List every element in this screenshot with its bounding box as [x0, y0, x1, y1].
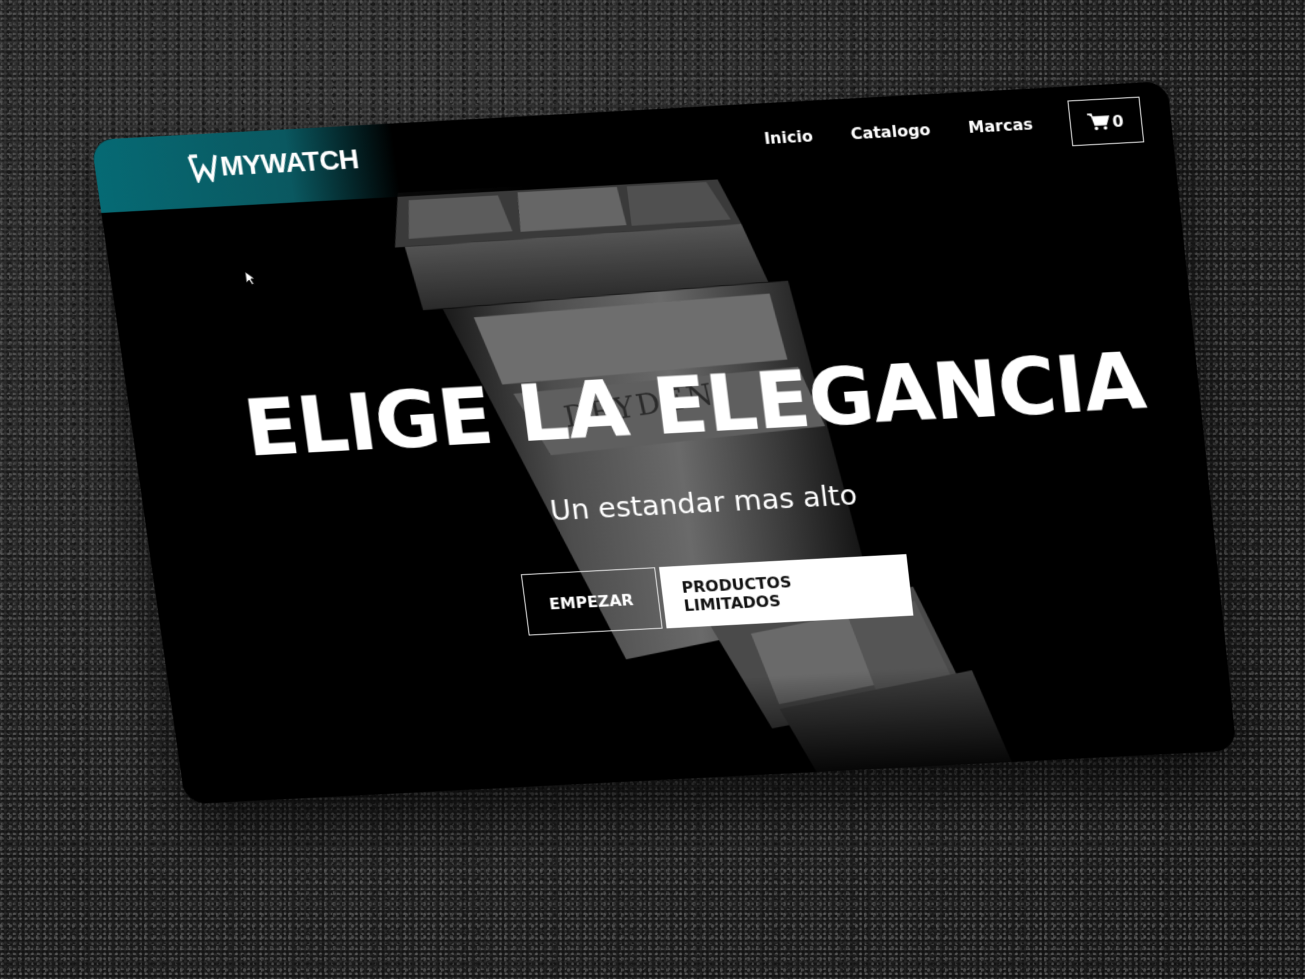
- nav-link-catalogo[interactable]: Catalogo: [850, 120, 932, 143]
- cart-button[interactable]: 0: [1067, 96, 1145, 147]
- nav-links: Inicio Catalogo Marcas: [763, 114, 1034, 148]
- empezar-button[interactable]: EMPEZAR: [520, 567, 663, 636]
- cart-count: 0: [1111, 111, 1125, 131]
- nav-link-marcas[interactable]: Marcas: [967, 114, 1033, 136]
- hero-buttons: EMPEZAR PRODUCTOS LIMITADOS: [185, 536, 1237, 653]
- w-logo-icon: [187, 154, 217, 184]
- cart-icon: [1087, 112, 1111, 131]
- nav-link-inicio[interactable]: Inicio: [763, 127, 814, 148]
- hero-title: ELIGE LA ELEGANCIA: [238, 335, 1149, 475]
- productos-limitados-button[interactable]: PRODUCTOS LIMITADOS: [658, 554, 913, 629]
- website-screen: DRYDEN MYWATCH Inicio Catalogo Marcas 0 …: [91, 81, 1237, 805]
- hero-subtitle: Un estandar mas alto: [548, 478, 859, 528]
- mouse-cursor-icon: [244, 270, 258, 286]
- brand-name: MYWATCH: [218, 143, 361, 182]
- brand-logo[interactable]: MYWATCH: [187, 143, 361, 184]
